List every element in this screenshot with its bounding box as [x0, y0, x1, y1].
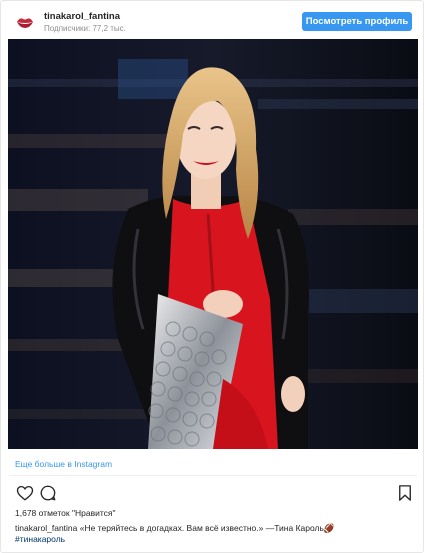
post-photo[interactable]: [8, 39, 418, 449]
photo-woman-red-outfit: [8, 39, 418, 449]
avatar[interactable]: [14, 11, 36, 33]
like-button[interactable]: [16, 484, 34, 502]
likes-count[interactable]: 1,678 отметок "Нравится": [15, 508, 116, 518]
view-profile-button[interactable]: Посмотреть профиль: [302, 12, 412, 31]
followers-count: Подписчики: 77,2 тыс.: [44, 24, 126, 33]
divider: [9, 475, 417, 476]
post-header: tinakarol_fantina Подписчики: 77,2 тыс. …: [1, 1, 423, 39]
username[interactable]: tinakarol_fantina: [44, 11, 120, 22]
caption-text: «Не теряйтесь в догадках. Вам всё извест…: [77, 523, 324, 533]
comment-button[interactable]: [39, 484, 57, 502]
lips-icon: [17, 18, 33, 28]
caption-emoji: 🏈: [323, 523, 335, 533]
more-on-instagram-link[interactable]: Еще больше в Instagram: [15, 459, 112, 469]
post-caption: tinakarol_fantina «Не теряйтесь в догадк…: [15, 523, 415, 545]
heart-icon: [16, 485, 34, 501]
comment-icon: [40, 485, 56, 501]
hashtag-link[interactable]: #тинакароль: [15, 534, 65, 544]
bookmark-icon: [399, 485, 411, 501]
caption-username[interactable]: tinakarol_fantina: [15, 523, 77, 533]
instagram-embed-card: tinakarol_fantina Подписчики: 77,2 тыс. …: [0, 0, 424, 553]
save-button[interactable]: [396, 484, 414, 502]
